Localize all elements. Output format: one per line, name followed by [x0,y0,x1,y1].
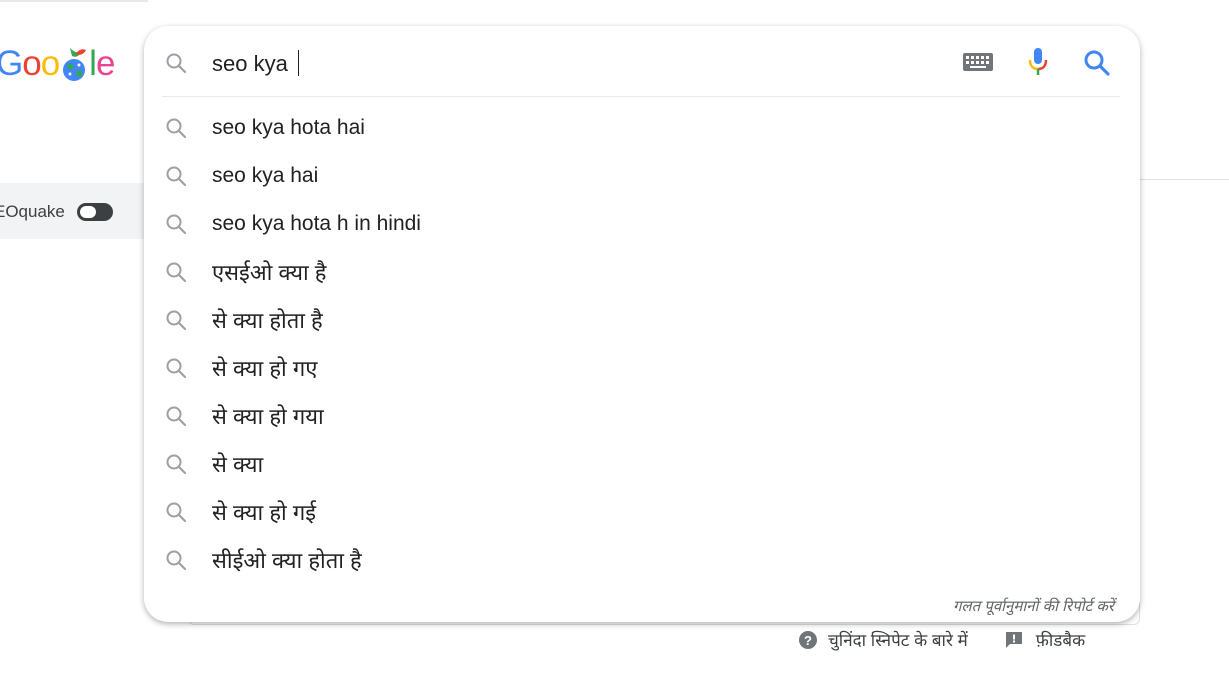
feedback-link[interactable]: फ़ीडबैक [1036,628,1085,651]
search-icon [166,550,187,571]
top-border-strip [0,0,148,2]
suggestion-item[interactable]: से क्या हो गए [144,344,1140,392]
search-submit-icon[interactable] [1081,47,1113,79]
suggestion-item[interactable]: seo kya hota h in hindi [144,200,1140,248]
help-icon[interactable]: ? [798,630,818,650]
microphone-icon[interactable] [1025,46,1051,78]
report-predictions-link[interactable]: गलत पूर्वानुमानों की रिपोर्ट करें [953,596,1114,616]
search-icon [166,214,187,235]
suggestion-text: seo kya hai [212,164,319,187]
featured-snippet-footer: ? चुनिंदा स्निपेट के बारे में फ़ीडबैक [798,628,1085,651]
logo-letter-o2: o [40,44,60,83]
search-icon [166,53,187,74]
suggestion-item[interactable]: से क्या [144,440,1140,488]
suggestion-item[interactable]: से क्या हो गया [144,392,1140,440]
search-query-text: seo kya [212,51,294,76]
snippet-info-link[interactable]: चुनिंदा स्निपेट के बारे में [828,628,968,651]
search-input-row[interactable]: seo kya [144,26,1140,96]
suggestion-text: seo kya hota h in hindi [212,212,421,235]
suggestion-text: से क्या हो गई [212,500,317,525]
search-icon [166,310,187,331]
search-icon [166,358,187,379]
suggestion-text: सीईओ क्या होता है [212,548,362,573]
svg-text:?: ? [804,633,812,648]
keyboard-icon[interactable] [962,52,994,72]
suggestion-item[interactable]: seo kya hai [144,152,1140,200]
earth-doodle-icon [60,44,88,84]
suggestion-text: से क्या होता है [212,308,323,333]
extension-toggle-row: EOquake [0,202,113,222]
logo-letter-e: e [95,44,115,83]
suggestion-text: एसईओ क्या है [212,260,327,285]
suggestion-text: से क्या [212,452,264,477]
search-icon [166,454,187,475]
suggestion-item[interactable]: से क्या हो गई [144,488,1140,536]
logo-letter-o1: o [22,44,41,83]
suggestion-text: seo kya hota hai [212,116,365,139]
input-divider [162,96,1120,97]
suggestion-item[interactable]: seo kya hota hai [144,104,1140,152]
search-icon [166,262,187,283]
header-divider [1140,179,1229,180]
suggestion-text: से क्या हो गया [212,404,324,429]
suggestion-text: से क्या हो गए [212,356,318,381]
suggestion-item[interactable]: एसईओ क्या है [144,248,1140,296]
search-icon [166,118,187,139]
extension-toggle[interactable] [76,203,113,221]
search-icon [166,166,187,187]
extension-label: EOquake [0,202,65,221]
logo-letter-g: G [0,44,23,83]
suggestion-item[interactable]: से क्या होता है [144,296,1140,344]
suggestion-list: seo kya hota hai seo kya hai seo kya hot… [144,104,1140,584]
search-input[interactable]: seo kya [212,50,299,77]
logo-letter-l: l [89,44,97,83]
search-icon [166,406,187,427]
suggestion-item[interactable]: सीईओ क्या होता है [144,536,1140,584]
search-icon [166,502,187,523]
feedback-icon[interactable] [1004,630,1024,650]
google-doodle-logo[interactable]: Goo le [0,36,126,92]
text-caret [297,50,299,76]
search-box-dropdown: seo kya seo kya hota hai seo kya hai seo… [144,26,1140,622]
